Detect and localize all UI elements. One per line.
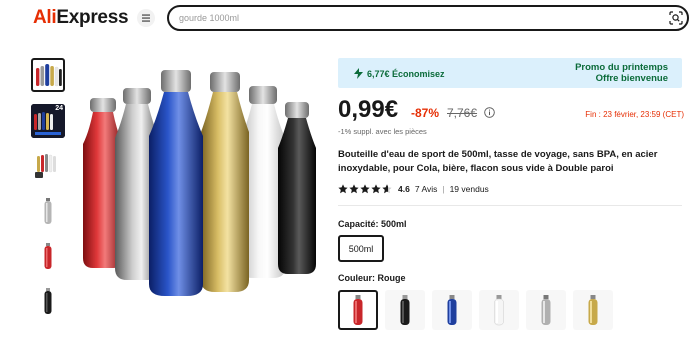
promo-subtitle: Offre bienvenue: [595, 73, 668, 84]
search-input[interactable]: [179, 11, 649, 25]
promo-deadline: Fin : 23 février, 23:59 (CET): [585, 110, 684, 119]
capacity-label: Capacité: 500ml: [338, 219, 407, 229]
rating-value: 4.6: [398, 184, 410, 194]
bottles-thumbnail-image: [36, 64, 62, 87]
lightning-icon: [354, 68, 363, 79]
capacity-option-500ml[interactable]: 500ml: [338, 235, 384, 262]
image-search-icon[interactable]: [669, 11, 683, 25]
star-rating: [338, 184, 392, 194]
promo-savings: 6,77€ Économisez: [354, 68, 445, 79]
promo-title: Promo du printemps: [575, 62, 668, 73]
coins-extra-discount: -1% suppl. avec les pièces: [338, 127, 427, 136]
thumbnail-badge-24[interactable]: 24: [31, 104, 65, 138]
star-icon: [338, 184, 348, 194]
aliexpress-logo[interactable]: AliExpress: [33, 7, 129, 29]
star-icon: [349, 184, 359, 194]
separator: |: [442, 184, 445, 194]
star-icon: [371, 184, 381, 194]
promo-savings-text: 6,77€ Économisez: [367, 68, 445, 79]
thumbnail-cups-set[interactable]: [31, 149, 65, 183]
product-title: Bouteille d'eau de sport de 500ml, tasse…: [338, 149, 658, 174]
white-bottle-swatch-image: [494, 295, 504, 326]
menu-button[interactable]: [137, 9, 155, 27]
hamburger-icon: [142, 14, 150, 22]
color-swatch-silver[interactable]: [526, 290, 566, 330]
color-swatch-black[interactable]: [385, 290, 425, 330]
promo-title-block: Promo du printemps Offre bienvenue: [575, 62, 668, 84]
cups-thumbnail-image: [35, 154, 56, 178]
red-bottle-thumbnail-image: [44, 243, 52, 269]
thumbnail-badge-text: 24: [55, 105, 63, 112]
discount-badge: -87%: [411, 106, 440, 120]
red-bottle-swatch-image: [353, 295, 363, 325]
price-row: 0,99€ -87% 7,76€ Fin : 23 février, 23:59…: [338, 96, 688, 126]
main-product-image[interactable]: [77, 58, 317, 298]
divider: [338, 205, 682, 206]
thumbnail-black-bottle[interactable]: [31, 284, 65, 318]
color-label: Couleur: Rouge: [338, 273, 406, 283]
reviews-link[interactable]: 7 Avis: [415, 184, 438, 194]
logo-part-ali: Ali: [33, 7, 57, 28]
thumbnail-silver-bottle[interactable]: [31, 194, 65, 228]
promo-banner[interactable]: 6,77€ Économisez Promo du printemps Offr…: [338, 58, 682, 88]
rating-row[interactable]: 4.6 7 Avis | 19 vendus: [338, 183, 489, 195]
silver-bottle-swatch-image: [541, 295, 551, 325]
silver-bottle-thumbnail-image: [44, 198, 52, 224]
star-half-icon: [382, 184, 392, 194]
current-price: 0,99€: [338, 96, 399, 123]
star-icon: [360, 184, 370, 194]
original-price: 7,76€: [447, 106, 478, 120]
color-swatch-gold[interactable]: [573, 290, 613, 330]
top-header: AliExpress: [0, 0, 690, 38]
search-bar[interactable]: [167, 5, 689, 31]
color-swatch-red[interactable]: [338, 290, 378, 330]
color-swatch-blue[interactable]: [432, 290, 472, 330]
sold-count: 19 vendus: [449, 184, 489, 194]
black-bottle-thumbnail-image: [44, 288, 52, 314]
gold-bottle-swatch-image: [588, 295, 598, 325]
info-icon[interactable]: [484, 107, 495, 118]
color-swatch-white[interactable]: [479, 290, 519, 330]
black-bottle-swatch-image: [400, 295, 410, 325]
blue-bottle-swatch-image: [447, 295, 457, 325]
logo-part-express: Express: [56, 7, 129, 28]
thumbnail-group-bottles[interactable]: [31, 58, 65, 92]
thumbnail-red-bottle[interactable]: [31, 239, 65, 273]
